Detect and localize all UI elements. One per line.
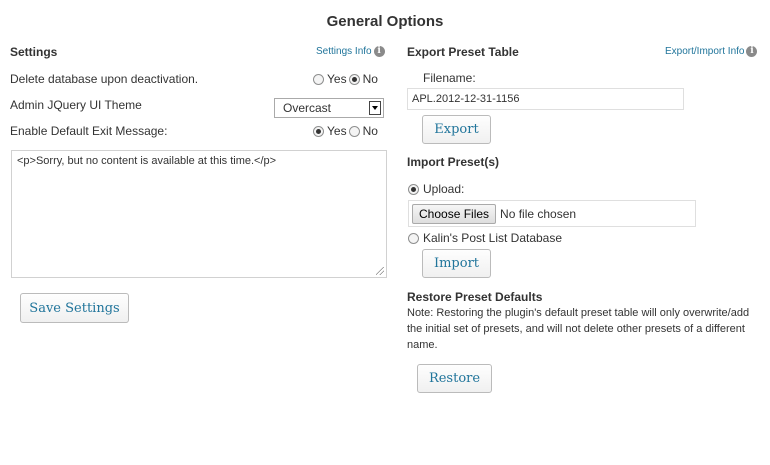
theme-select[interactable]: Overcast [274,98,384,118]
exit-msg-yes-radio[interactable] [313,125,324,137]
exit-msg-no-option[interactable]: No [348,124,378,138]
delete-db-label: Delete database upon deactivation. [10,72,199,86]
database-option[interactable]: Kalin's Post List Database [408,231,562,245]
upload-option[interactable]: Upload: [408,182,464,196]
filename-label: Filename: [423,71,476,85]
upload-radio[interactable] [408,183,419,195]
choose-files-button[interactable]: Choose Files [412,203,497,224]
export-import-info-label[interactable]: Export/Import Info [665,46,744,57]
import-button[interactable]: Import [422,249,491,278]
database-radio[interactable] [408,232,419,244]
upload-label[interactable]: Upload: [423,182,464,196]
settings-info-label[interactable]: Settings Info [316,46,372,57]
file-upload-field[interactable]: Choose Files No file chosen [408,200,696,227]
delete-db-yes-option[interactable]: Yes [313,72,347,86]
exit-msg-no-label[interactable]: No [363,124,378,138]
exit-message-text[interactable]: <p>Sorry, but no content is available at… [17,155,276,167]
delete-db-no-radio[interactable] [348,73,360,85]
filename-input-value[interactable]: APL.2012-12-31-1156 [412,93,519,105]
no-file-text: No file chosen [500,206,577,221]
delete-db-no-label[interactable]: No [363,72,378,86]
exit-msg-yes-label[interactable]: Yes [327,124,347,138]
restore-note: Note: Restoring the plugin's default pre… [407,307,750,351]
filename-input[interactable]: APL.2012-12-31-1156 [407,88,684,110]
exit-message-textarea[interactable]: <p>Sorry, but no content is available at… [11,150,387,278]
exit-msg-yes-option[interactable]: Yes [313,124,347,138]
settings-info-link[interactable]: Settings Info i [316,46,385,57]
delete-db-yes-label[interactable]: Yes [327,72,347,86]
exit-msg-radio-group: Yes No [313,124,378,138]
info-icon[interactable]: i [373,46,385,57]
export-button[interactable]: Export [422,115,491,144]
restore-button[interactable]: Restore [417,364,492,393]
info-icon[interactable]: i [746,46,758,57]
delete-db-yes-radio[interactable] [313,73,324,85]
exit-msg-label: Enable Default Exit Message: [10,124,168,138]
exit-msg-no-radio[interactable] [348,125,360,137]
delete-db-radio-group: Yes No [313,72,378,86]
theme-select-value[interactable]: Overcast [283,101,331,115]
database-label[interactable]: Kalin's Post List Database [423,231,562,245]
chevron-down-icon[interactable] [369,101,381,115]
export-heading: Export Preset Table [407,45,519,59]
resize-grip-icon[interactable] [376,267,384,275]
theme-label: Admin JQuery UI Theme [10,98,142,112]
restore-heading: Restore Preset Defaults [407,290,543,304]
export-import-info-link[interactable]: Export/Import Info i [665,46,758,57]
import-heading: Import Preset(s) [407,155,500,169]
delete-db-no-option[interactable]: No [348,72,378,86]
settings-heading: Settings [10,45,58,59]
page-title: General Options [326,13,444,30]
save-settings-button[interactable]: Save Settings [20,293,129,323]
